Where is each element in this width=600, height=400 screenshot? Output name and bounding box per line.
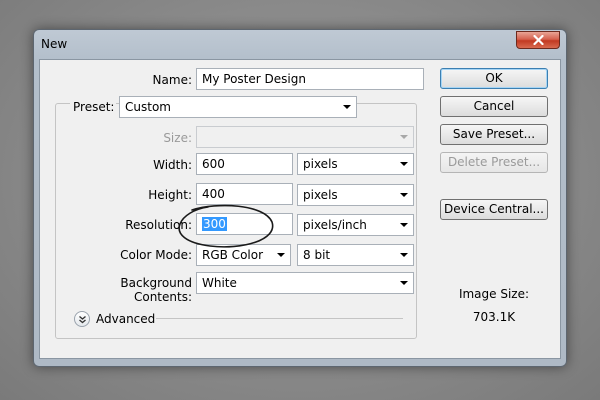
chevron-down-icon bbox=[400, 193, 408, 197]
double-chevron-down-icon bbox=[78, 315, 86, 323]
close-icon bbox=[532, 35, 544, 45]
annotation-circle bbox=[178, 204, 274, 248]
dialog-title: New bbox=[41, 37, 68, 51]
chevron-down-icon bbox=[400, 281, 408, 285]
chevron-down-icon bbox=[400, 135, 408, 139]
background-contents-value: White bbox=[202, 276, 237, 290]
background-contents-label: Background Contents: bbox=[120, 276, 192, 304]
image-size-label: Image Size: bbox=[458, 287, 530, 301]
size-dropdown[interactable] bbox=[196, 126, 414, 148]
resolution-unit-value: pixels/inch bbox=[303, 218, 367, 232]
width-input[interactable]: 600 bbox=[196, 153, 293, 175]
background-contents-dropdown[interactable]: White bbox=[196, 272, 414, 294]
advanced-label[interactable]: Advanced bbox=[96, 312, 155, 326]
ok-button[interactable]: OK bbox=[440, 68, 548, 89]
device-central-button[interactable]: Device Central... bbox=[440, 199, 548, 220]
resolution-unit-dropdown[interactable]: pixels/inch bbox=[297, 214, 414, 236]
preset-dropdown[interactable]: Custom bbox=[119, 96, 357, 118]
preset-label: Preset: bbox=[70, 100, 116, 114]
bit-depth-value: 8 bit bbox=[303, 248, 331, 262]
advanced-divider bbox=[156, 318, 403, 319]
height-unit-value: pixels bbox=[303, 188, 338, 202]
height-unit-dropdown[interactable]: pixels bbox=[297, 184, 414, 206]
chevron-down-icon bbox=[400, 223, 408, 227]
name-label: Name: bbox=[152, 73, 192, 87]
image-size-value: 703.1K bbox=[472, 310, 516, 324]
width-label: Width: bbox=[153, 158, 192, 172]
chevron-down-icon bbox=[400, 253, 408, 257]
chevron-down-icon bbox=[277, 253, 285, 257]
width-unit-dropdown[interactable]: pixels bbox=[297, 153, 414, 175]
size-label: Size: bbox=[163, 131, 192, 145]
preset-value: Custom bbox=[125, 100, 171, 114]
cancel-button[interactable]: Cancel bbox=[440, 96, 548, 117]
name-input[interactable]: My Poster Design bbox=[196, 68, 424, 90]
chevron-down-icon bbox=[343, 105, 351, 109]
close-button[interactable] bbox=[516, 31, 560, 49]
save-preset-button[interactable]: Save Preset... bbox=[440, 124, 548, 145]
advanced-toggle-button[interactable] bbox=[74, 311, 90, 327]
width-unit-value: pixels bbox=[303, 157, 338, 171]
title-bar[interactable]: New bbox=[34, 30, 566, 58]
delete-preset-button[interactable]: Delete Preset... bbox=[440, 152, 548, 173]
chevron-down-icon bbox=[400, 162, 408, 166]
bit-depth-dropdown[interactable]: 8 bit bbox=[297, 244, 414, 266]
